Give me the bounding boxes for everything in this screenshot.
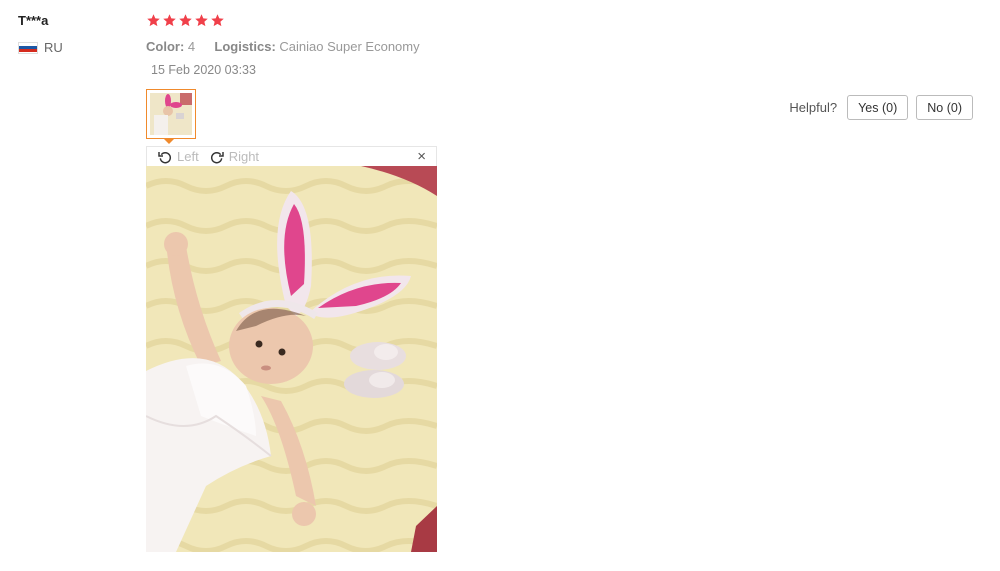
close-icon[interactable]: × bbox=[417, 148, 426, 166]
country-code: RU bbox=[44, 40, 63, 55]
star-icon bbox=[162, 13, 177, 28]
reviewer-country: RU bbox=[18, 40, 63, 55]
rotate-right-button[interactable]: Right bbox=[209, 149, 259, 165]
russia-flag-icon bbox=[18, 41, 38, 54]
review-date: 15 Feb 2020 03:33 bbox=[151, 63, 256, 77]
helpful-vote: Helpful? Yes (0) No (0) bbox=[789, 95, 973, 120]
rotate-right-label: Right bbox=[228, 149, 260, 164]
logistics-label: Logistics: bbox=[214, 39, 276, 54]
star-rating bbox=[146, 13, 225, 28]
review-item: T***a RU Color: 4 Logistics: Cainiao Sup… bbox=[0, 0, 1000, 571]
star-icon bbox=[210, 13, 225, 28]
order-details: Color: 4 Logistics: Cainiao Super Econom… bbox=[146, 39, 420, 54]
photo-viewer-toolbar: Left Right × bbox=[146, 146, 437, 166]
rotate-right-icon bbox=[209, 149, 225, 165]
photo-viewer: Left Right × bbox=[146, 146, 437, 552]
thumbnail-active-caret bbox=[163, 138, 175, 144]
helpful-no-button[interactable]: No (0) bbox=[916, 95, 973, 120]
star-icon bbox=[146, 13, 161, 28]
helpful-label: Helpful? bbox=[789, 100, 838, 115]
helpful-yes-button[interactable]: Yes (0) bbox=[847, 95, 909, 120]
review-photo bbox=[146, 166, 437, 552]
review-photo-thumbnail[interactable] bbox=[146, 89, 196, 139]
logistics-value: Cainiao Super Economy bbox=[279, 39, 420, 54]
rotate-left-label: Left bbox=[177, 149, 199, 164]
star-icon bbox=[178, 13, 193, 28]
color-label: Color: bbox=[146, 39, 185, 54]
star-icon bbox=[194, 13, 209, 28]
reviewer-name: T***a bbox=[18, 13, 49, 28]
color-value: 4 bbox=[187, 39, 196, 54]
rotate-left-button[interactable]: Left bbox=[157, 149, 199, 165]
rotate-left-icon bbox=[157, 149, 173, 165]
thumbnail-image bbox=[150, 93, 192, 135]
